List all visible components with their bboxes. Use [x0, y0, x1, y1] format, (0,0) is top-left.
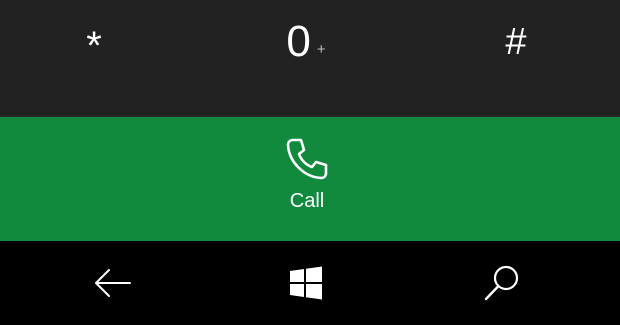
dialpad-bottom-row: * 0 + # — [0, 0, 620, 117]
phone-icon — [286, 138, 328, 180]
dialpad-key-zero[interactable]: 0 + — [236, 0, 376, 84]
search-button[interactable] — [442, 241, 562, 325]
start-button[interactable] — [246, 241, 366, 325]
back-button[interactable] — [52, 241, 172, 325]
key-zero-sublabel: + — [316, 40, 326, 58]
key-star-label: * — [86, 24, 102, 68]
phone-dialer-screen: * 0 + # Call — [0, 0, 620, 325]
windows-logo-icon — [290, 266, 322, 300]
key-zero-label: 0 — [286, 17, 311, 66]
search-icon — [484, 265, 519, 301]
key-hash-label: # — [505, 21, 527, 63]
call-label: Call — [289, 190, 325, 212]
back-arrow-icon — [95, 269, 131, 297]
dialpad-key-star[interactable]: * — [24, 0, 164, 84]
call-button[interactable]: Call — [0, 117, 620, 241]
dialpad-key-hash[interactable]: # — [446, 0, 586, 84]
navigation-bar — [0, 241, 620, 325]
